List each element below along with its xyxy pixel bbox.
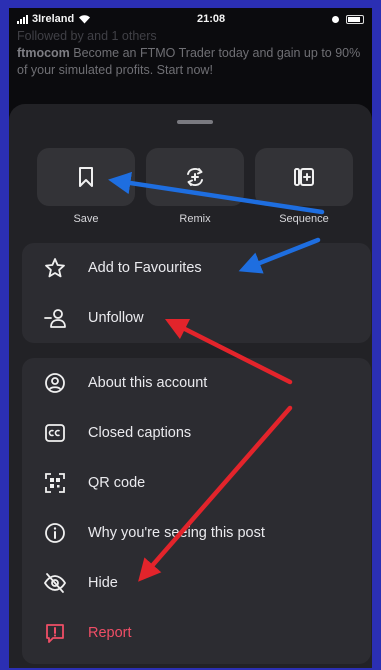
- qr-code-item[interactable]: QR code: [22, 458, 371, 508]
- star-icon: [42, 255, 68, 281]
- unfollow-icon: [42, 305, 68, 331]
- sequence-icon: [294, 168, 314, 186]
- top-actions-row: Save Remix Sequence: [37, 148, 353, 225]
- status-time: 21:08: [197, 13, 226, 25]
- sequence-label: Sequence: [279, 213, 329, 225]
- battery-icon: [345, 14, 364, 24]
- menu-group-secondary: About this account Closed captions QR co…: [22, 358, 371, 664]
- status-bar: 3Ireland 21:08: [9, 8, 372, 30]
- captions-icon: [42, 420, 68, 446]
- carrier-label: 3Ireland: [32, 13, 75, 25]
- save-label: Save: [73, 213, 99, 225]
- followed-by-line: Followed by and 1 others: [17, 29, 157, 43]
- hide-item[interactable]: Hide: [22, 558, 371, 608]
- about-this-account-item[interactable]: About this account: [22, 358, 371, 408]
- hide-label: Hide: [88, 575, 118, 591]
- remix-label: Remix: [179, 213, 211, 225]
- background-post: Followed by and 1 others ftmocom Become …: [17, 28, 367, 79]
- phone-screen: 3Ireland 21:08 Followed by and 1 others …: [9, 8, 372, 668]
- menu-group-primary: Add to Favourites Unfollow: [22, 243, 371, 343]
- remix-icon: [187, 168, 203, 186]
- closed-captions-label: Closed captions: [88, 425, 192, 441]
- info-icon: [42, 520, 68, 546]
- report-label: Report: [88, 625, 132, 641]
- qr-code-label: QR code: [88, 475, 146, 491]
- status-right: [331, 14, 364, 24]
- add-to-favourites-item[interactable]: Add to Favourites: [22, 243, 371, 293]
- remix-tile[interactable]: [146, 148, 244, 206]
- hide-icon: [42, 570, 68, 596]
- report-item[interactable]: Report: [22, 608, 371, 658]
- account-icon: [42, 370, 68, 396]
- add-to-favourites-label: Add to Favourites: [88, 260, 202, 276]
- bookmark-icon: [79, 167, 93, 187]
- report-icon: [42, 620, 68, 646]
- remix-button[interactable]: Remix: [146, 148, 244, 225]
- post-caption: ftmocom Become an FTMO Trader today and …: [17, 45, 367, 79]
- status-left: 3Ireland: [17, 13, 91, 25]
- sequence-button[interactable]: Sequence: [255, 148, 353, 225]
- sheet-drag-handle[interactable]: [177, 120, 213, 124]
- qr-icon: [42, 470, 68, 496]
- signal-icon: [17, 14, 28, 24]
- about-this-account-label: About this account: [88, 375, 208, 391]
- post-author: ftmocom: [17, 46, 70, 60]
- why-seeing-post-label: Why you're seeing this post: [88, 525, 265, 541]
- alarm-icon: [331, 15, 339, 23]
- closed-captions-item[interactable]: Closed captions: [22, 408, 371, 458]
- save-button[interactable]: Save: [37, 148, 135, 225]
- unfollow-item[interactable]: Unfollow: [22, 293, 371, 343]
- unfollow-label: Unfollow: [88, 310, 144, 326]
- bottom-sheet: Save Remix Sequence Add to Favourites Un…: [9, 104, 372, 668]
- save-tile[interactable]: [37, 148, 135, 206]
- sequence-tile[interactable]: [255, 148, 353, 206]
- wifi-icon: [79, 15, 91, 24]
- why-seeing-post-item[interactable]: Why you're seeing this post: [22, 508, 371, 558]
